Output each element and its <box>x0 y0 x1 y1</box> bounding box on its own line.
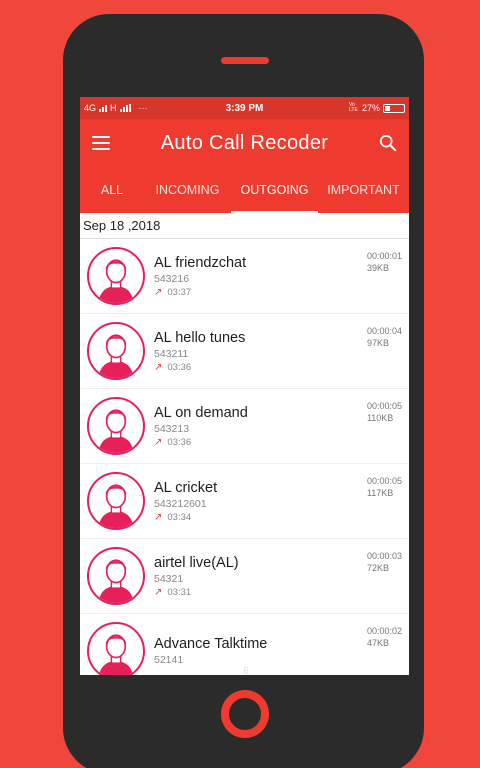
call-row[interactable]: AL cricket 543212601 ↗ 03:34 00:00:05 11… <box>81 464 408 539</box>
avatar-icon <box>87 547 145 605</box>
call-time: 03:36 <box>167 436 192 448</box>
contact-number: 54321 <box>154 572 184 585</box>
outgoing-arrow-icon: ↗ <box>154 586 163 598</box>
call-row[interactable]: AL hello tunes 543211 ↗ 03:36 00:00:04 9… <box>81 314 408 389</box>
call-row[interactable]: AL on demand 543213 ↗ 03:36 00:00:05 110… <box>81 389 408 464</box>
outgoing-arrow-icon: ↗ <box>154 361 163 373</box>
contact-number: 543211 <box>154 347 189 360</box>
call-duration: 00:00:02 <box>366 626 402 636</box>
avatar-icon <box>87 397 145 455</box>
status-time: 3:39 PM <box>225 102 264 114</box>
call-duration: 00:00:05 <box>366 476 402 486</box>
app-title: Auto Call Recoder <box>160 131 329 154</box>
volte-badge: Vo LTE <box>348 102 358 113</box>
file-size: 39KB <box>366 263 389 273</box>
status-bar: 4G H ··· 3:39 PM Vo LTE 27% <box>80 97 409 119</box>
contact-number: 543212601 <box>154 497 207 510</box>
phone-speaker <box>221 57 269 64</box>
call-duration: 00:00:03 <box>366 551 402 561</box>
network-type-2: H <box>110 103 117 113</box>
tab-all[interactable]: ALL <box>80 167 144 213</box>
call-list: AL friendzchat 543216 ↗ 03:37 00:00:01 3… <box>80 239 409 675</box>
tab-bar: ALL INCOMING OUTGOING IMPORTANT <box>80 167 409 213</box>
tab-important[interactable]: IMPORTANT <box>318 167 409 213</box>
file-size: 72KB <box>366 563 389 573</box>
file-size: 117KB <box>366 488 394 498</box>
tab-incoming[interactable]: INCOMING <box>144 167 231 213</box>
call-row[interactable]: AL friendzchat 543216 ↗ 03:37 00:00:01 3… <box>81 239 408 314</box>
avatar-icon <box>87 322 145 380</box>
call-time: 03:31 <box>167 586 192 598</box>
outgoing-arrow-icon: ↗ <box>154 511 163 523</box>
call-row[interactable]: airtel live(AL) 54321 ↗ 03:31 00:00:03 7… <box>81 539 408 614</box>
tab-outgoing[interactable]: OUTGOING <box>231 167 318 213</box>
call-time: 03:34 <box>167 511 192 523</box>
call-duration: 00:00:04 <box>366 326 402 336</box>
signal-icon <box>99 104 108 112</box>
avatar-icon <box>87 622 145 675</box>
app-bar: Auto Call Recoder <box>80 119 409 167</box>
outgoing-arrow-icon: ↗ <box>154 286 163 298</box>
call-time: 03:37 <box>167 286 192 298</box>
signal-icon-2 <box>119 104 131 112</box>
more-notifications: ··· <box>138 103 148 113</box>
phone-home-button[interactable] <box>221 690 269 738</box>
avatar-icon <box>87 247 145 305</box>
file-size: 110KB <box>366 413 394 423</box>
page-indicator: 6 <box>243 666 249 677</box>
search-icon[interactable] <box>379 134 397 152</box>
file-size: 47KB <box>366 638 389 648</box>
date-header: Sep 18 ,2018 <box>80 213 409 239</box>
file-size: 97KB <box>366 338 389 348</box>
call-duration: 00:00:05 <box>366 401 402 411</box>
battery-percent: 27% <box>361 103 380 113</box>
menu-icon[interactable] <box>92 136 110 150</box>
contact-number: 52141 <box>154 654 184 666</box>
contact-number: 543213 <box>154 422 190 435</box>
avatar-icon <box>87 472 145 530</box>
call-time: 03:36 <box>167 361 192 373</box>
app-screen: 4G H ··· 3:39 PM Vo LTE 27% Auto Call Re… <box>80 97 409 675</box>
outgoing-arrow-icon: ↗ <box>154 436 163 448</box>
network-type: 4G <box>84 103 97 113</box>
battery-icon <box>383 103 405 113</box>
call-duration: 00:00:01 <box>366 251 402 261</box>
contact-number: 543216 <box>154 272 190 285</box>
